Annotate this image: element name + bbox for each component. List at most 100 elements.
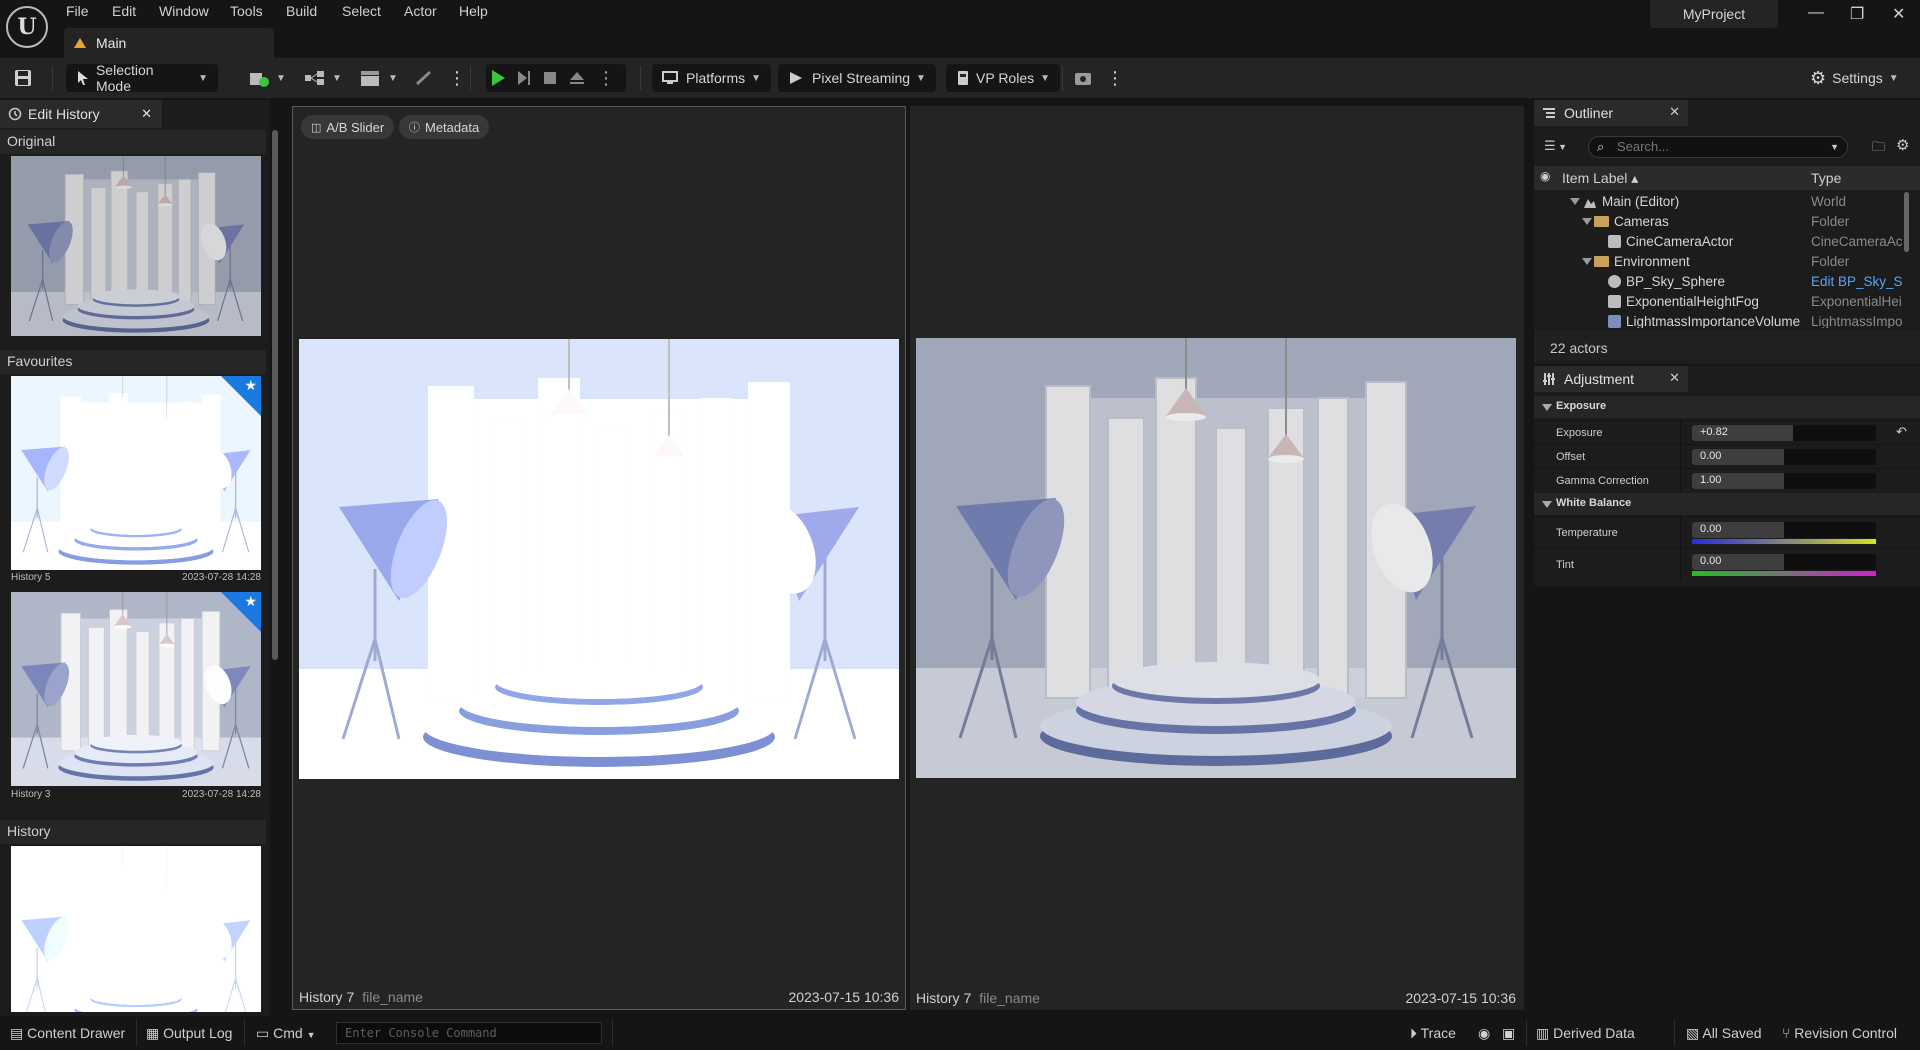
outliner-row-environment[interactable]: Environment Folder <box>1534 252 1910 272</box>
eye-icon[interactable]: ◉ <box>1540 169 1550 183</box>
content-drawer-button[interactable]: ▤ Content Drawer <box>10 1025 125 1042</box>
settings-dropdown[interactable]: ⚙ Settings ▼ <box>1810 64 1899 92</box>
outliner-row-sky-sphere[interactable]: BP_Sky_Sphere Edit BP_Sky_S <box>1534 272 1910 292</box>
star-icon[interactable]: ★ <box>244 377 257 394</box>
menu-file[interactable]: File <box>66 3 89 19</box>
actor-count: 22 actors <box>1550 340 1608 356</box>
play-icon[interactable] <box>492 70 505 86</box>
gamma-slider[interactable]: 1.00 <box>1692 473 1876 489</box>
filter-icon[interactable]: ☰ ▼ <box>1544 138 1567 154</box>
menu-tools[interactable]: Tools <box>230 3 263 19</box>
add-actor-button[interactable]: ▼ <box>248 64 286 92</box>
blueprint-icon <box>305 71 324 85</box>
more-options-icon[interactable]: ⋮ <box>448 64 466 92</box>
exposure-group-header[interactable]: Exposure <box>1534 396 1920 418</box>
cinematics-button[interactable]: ▼ <box>360 64 398 92</box>
gear-icon[interactable]: ⚙ <box>1896 136 1909 154</box>
white-balance-group-header[interactable]: White Balance <box>1534 493 1920 515</box>
vp-roles-dropdown[interactable]: VP Roles ▼ <box>946 64 1061 92</box>
outliner-search-input[interactable]: ⌕ Search... ▼ <box>1588 136 1848 158</box>
temperature-slider[interactable]: 0.00 <box>1692 522 1876 538</box>
selection-mode-dropdown[interactable]: Selection Mode ▼ <box>66 62 218 94</box>
favourite-date: 2023-07-28 14:28 <box>182 572 261 583</box>
save-button[interactable] <box>14 64 32 92</box>
outliner-panel: Outliner ✕ ☰ ▼ ⌕ Search... ▼ 🗀 ⚙ ◉ Item … <box>1534 100 1920 364</box>
favourite-thumbnail[interactable]: ★ <box>11 376 261 570</box>
adjustment-tab[interactable]: Adjustment ✕ <box>1534 366 1688 392</box>
outliner-scrollbar[interactable] <box>1904 192 1909 252</box>
menu-help[interactable]: Help <box>459 3 488 19</box>
outliner-header: ◉ Item Label ▴ Type <box>1534 166 1920 190</box>
revision-control-icon: ⑂ <box>1782 1025 1791 1041</box>
menu-edit[interactable]: Edit <box>112 3 136 19</box>
outliner-tab[interactable]: Outliner ✕ <box>1534 100 1688 126</box>
minimize-button[interactable]: — <box>1808 4 1824 22</box>
history-thumbnail[interactable] <box>11 846 261 1012</box>
play-options-icon[interactable]: ⋮ <box>597 68 615 89</box>
tint-slider[interactable]: 0.00 <box>1692 554 1876 570</box>
stop-icon[interactable] <box>543 70 557 86</box>
level-tab-main[interactable]: Main <box>64 28 274 58</box>
trace-button[interactable]: ⏵ Trace <box>1410 1025 1456 1042</box>
console-input[interactable]: Enter Console Command <box>336 1022 602 1044</box>
favourite-thumbnail[interactable]: ★ <box>11 592 261 786</box>
all-saved-button[interactable]: ▧ All Saved <box>1686 1025 1762 1042</box>
platforms-dropdown[interactable]: Platforms ▼ <box>652 64 772 92</box>
viewport-a[interactable]: ◫ A/B Slider ⓘ Metadata History 7 file_n… <box>292 106 906 1010</box>
menu-build[interactable]: Build <box>286 3 317 19</box>
item-label-column[interactable]: Item Label ▴ <box>1562 170 1638 187</box>
add-folder-icon[interactable]: 🗀 <box>1872 138 1885 160</box>
menu-select[interactable]: Select <box>342 3 381 19</box>
history-section-header: History <box>0 820 266 844</box>
offset-slider[interactable]: 0.00 <box>1692 449 1876 465</box>
ab-slider-button[interactable]: ◫ A/B Slider <box>301 115 395 139</box>
eject-icon[interactable] <box>569 70 585 86</box>
metadata-button[interactable]: ⓘ Metadata <box>399 115 490 139</box>
gamma-row: Gamma Correction 1.00 <box>1534 468 1920 492</box>
outliner-row-cinecamera[interactable]: CineCameraActor CineCameraAc <box>1534 232 1910 252</box>
output-log-button[interactable]: ▦ Output Log <box>146 1025 232 1042</box>
close-icon[interactable]: ✕ <box>1669 370 1680 386</box>
add-cube-icon <box>250 73 269 87</box>
outliner-row-lightmass[interactable]: LightmassImportanceVolume LightmassImpo <box>1534 312 1910 328</box>
original-thumbnail[interactable] <box>11 156 261 336</box>
project-name: MyProject <box>1650 0 1778 28</box>
record-icon[interactable]: ◉ <box>1478 1025 1490 1042</box>
exposure-slider[interactable]: +0.82 <box>1692 425 1876 441</box>
outliner-row-height-fog[interactable]: ExponentialHeightFog ExponentialHei <box>1534 292 1910 312</box>
edit-history-tab[interactable]: Edit History ✕ <box>0 100 162 128</box>
unreal-logo-icon[interactable]: U <box>6 6 48 48</box>
close-icon[interactable]: ✕ <box>141 106 152 122</box>
restore-button[interactable]: ❐ <box>1850 4 1864 24</box>
revision-control-button[interactable]: ⑂ Revision Control <box>1782 1025 1897 1041</box>
derived-data-button[interactable]: ▥ Derived Data <box>1536 1025 1635 1042</box>
image-b <box>916 338 1516 778</box>
chevron-down-icon: ▼ <box>916 72 926 84</box>
outliner-row-cameras[interactable]: Cameras Folder <box>1534 212 1910 232</box>
snapshot-button[interactable] <box>1074 64 1096 92</box>
camera-icon[interactable]: ▣ <box>1502 1025 1515 1042</box>
close-window-button[interactable]: ✕ <box>1892 4 1905 24</box>
ab-slider-label: A/B Slider <box>326 119 385 135</box>
reset-icon[interactable]: ↶ <box>1896 424 1907 440</box>
outliner-row-main[interactable]: Main (Editor) World <box>1534 192 1910 212</box>
star-icon[interactable]: ★ <box>244 593 257 610</box>
menu-window[interactable]: Window <box>159 3 209 19</box>
more-options-icon[interactable]: ⋮ <box>1106 64 1124 92</box>
menu-actor[interactable]: Actor <box>404 3 437 19</box>
blueprint-button[interactable]: ▼ <box>304 64 342 92</box>
search-placeholder: Search... <box>1617 139 1670 154</box>
modeling-button[interactable] <box>414 64 434 92</box>
type-column[interactable]: Type <box>1811 170 1841 186</box>
edit-history-scrollbar[interactable] <box>272 130 278 660</box>
step-icon[interactable] <box>517 70 531 86</box>
close-icon[interactable]: ✕ <box>1669 104 1680 120</box>
chevron-down-icon: ▼ <box>1830 142 1839 152</box>
viewport-b[interactable]: History 7 file_name 2023-07-15 10:36 <box>910 106 1524 1010</box>
edit-blueprint-link[interactable]: Edit BP_Sky_S <box>1811 274 1906 289</box>
selection-mode-label: Selection Mode <box>95 62 154 94</box>
camera-icon <box>1608 235 1621 248</box>
pixel-streaming-dropdown[interactable]: Pixel Streaming ▼ <box>778 64 936 92</box>
adjustment-tab-label: Adjustment <box>1564 371 1635 387</box>
cmd-dropdown[interactable]: ▭ Cmd ▼ <box>256 1025 316 1042</box>
